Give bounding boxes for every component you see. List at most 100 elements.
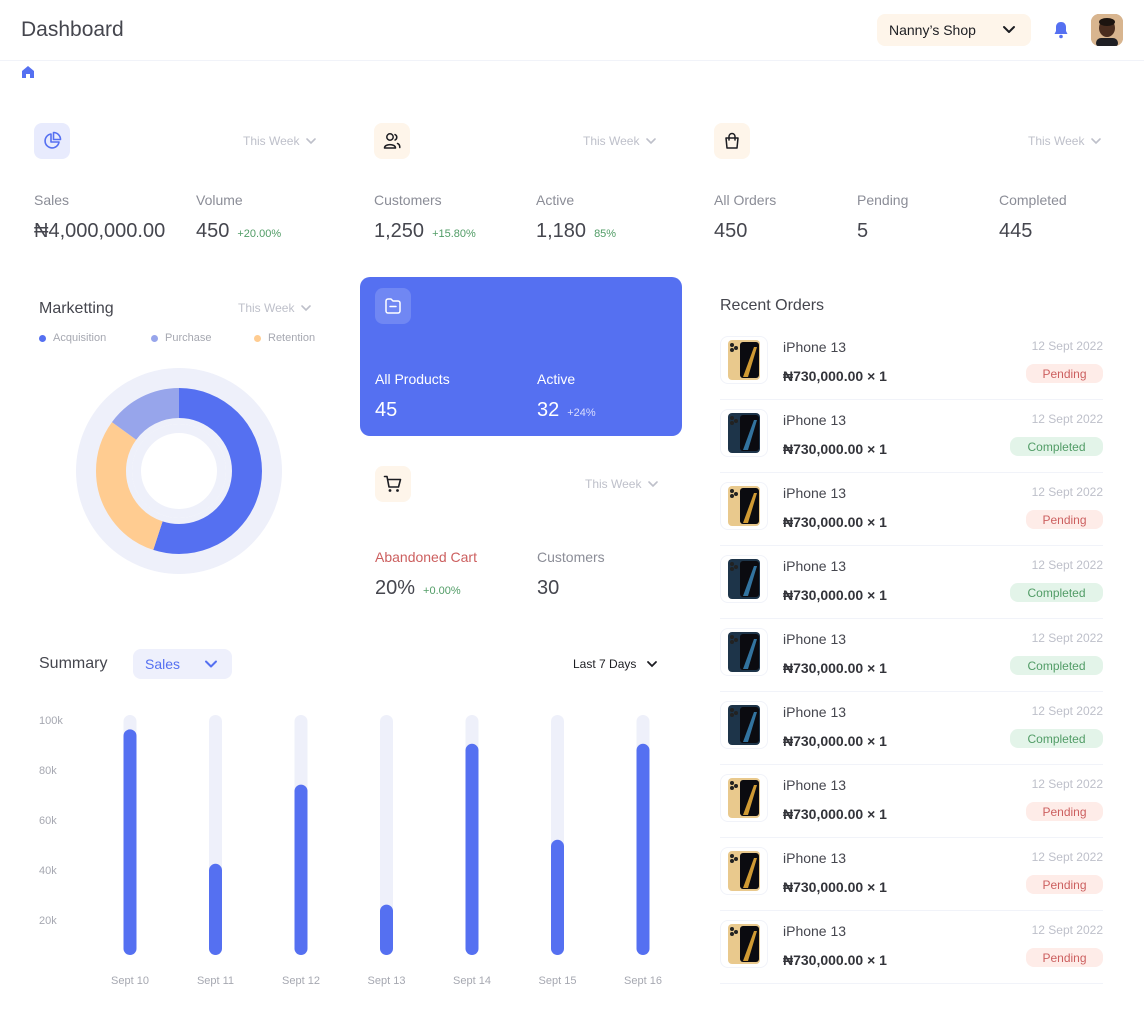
y-tick: 40k <box>39 865 57 877</box>
x-tick: Sept 13 <box>367 975 406 987</box>
product-name: iPhone 13 <box>783 412 847 428</box>
product-name: iPhone 13 <box>783 923 847 939</box>
completed-label: Completed <box>999 192 1067 208</box>
period-selector[interactable]: This Week <box>583 134 657 148</box>
bar-sept-13[interactable] <box>380 904 393 955</box>
volume-value-row: 450 +20.00% <box>196 220 281 243</box>
order-row[interactable]: iPhone 13 ₦730,000.00 × 1 12 Sept 2022 Pend… <box>720 327 1103 400</box>
home-icon[interactable] <box>21 65 35 79</box>
order-date: 12 Sept 2022 <box>1031 777 1103 791</box>
active-products-row: 32 +24% <box>537 399 596 422</box>
phone-icon <box>728 486 760 526</box>
summary-title: Summary <box>39 655 108 672</box>
product-price: ₦730,000.00 × 1 <box>783 806 887 822</box>
y-tick: 60k <box>39 815 57 827</box>
legend-purchase: Purchase <box>151 332 211 344</box>
x-tick: Sept 15 <box>538 975 577 987</box>
bar-sept-16[interactable] <box>636 743 650 955</box>
order-row[interactable]: iPhone 13 ₦730,000.00 × 1 12 Sept 2022 Pend… <box>720 473 1103 546</box>
order-row[interactable]: iPhone 13 ₦730,000.00 × 1 12 Sept 2022 Comp… <box>720 692 1103 765</box>
status-badge: Completed <box>1010 729 1103 748</box>
chevron-down-icon <box>648 481 659 488</box>
bar-sept-15[interactable] <box>551 839 564 955</box>
product-name: iPhone 13 <box>783 339 847 355</box>
product-thumbnail <box>720 555 768 603</box>
all-orders-label: All Orders <box>714 192 777 208</box>
phone-icon <box>728 851 760 891</box>
all-products-label: All Products <box>375 371 450 387</box>
abandoned-cart-change: +0.00% <box>423 585 461 597</box>
product-thumbnail <box>720 628 768 676</box>
product-price: ₦730,000.00 × 1 <box>783 660 887 676</box>
range-selector[interactable]: Last 7 Days <box>573 657 658 671</box>
volume-value: 450 <box>196 220 230 242</box>
bar-sept-11[interactable] <box>209 863 222 955</box>
phone-icon <box>728 705 760 745</box>
y-tick: 80k <box>39 765 57 777</box>
product-name: iPhone 13 <box>783 704 847 720</box>
bar-sept-14[interactable] <box>465 743 479 955</box>
order-row[interactable]: iPhone 13 ₦730,000.00 × 1 12 Sept 2022 Comp… <box>720 400 1103 473</box>
sales-label: Sales <box>34 192 70 208</box>
abandoned-cart-row: 20% +0.00% <box>375 577 461 600</box>
x-tick: Sept 10 <box>111 975 149 987</box>
sales-value: ₦4,000,000.00 <box>34 220 166 242</box>
order-date: 12 Sept 2022 <box>1031 339 1103 353</box>
active-products-value: 32 <box>537 399 560 421</box>
active-change: 85% <box>594 228 617 240</box>
volume-label: Volume <box>196 192 243 208</box>
completed-value: 445 <box>999 220 1033 242</box>
x-tick: Sept 11 <box>196 975 235 987</box>
order-row[interactable]: iPhone 13 ₦730,000.00 × 1 12 Sept 2022 Comp… <box>720 619 1103 692</box>
order-row[interactable]: iPhone 13 ₦730,000.00 × 1 12 Sept 2022 Pend… <box>720 838 1103 911</box>
order-row[interactable]: iPhone 13 ₦730,000.00 × 1 12 Sept 2022 Comp… <box>720 546 1103 619</box>
period-selector[interactable]: This Week <box>243 134 317 148</box>
notification-bell-icon[interactable] <box>1053 21 1069 39</box>
product-name: iPhone 13 <box>783 558 847 574</box>
user-avatar[interactable] <box>1091 14 1123 46</box>
bar-sept-12[interactable] <box>294 784 308 955</box>
status-badge: Pending <box>1026 802 1103 821</box>
legend-label: Acquisition <box>53 332 107 344</box>
phone-icon <box>728 413 760 453</box>
product-price: ₦730,000.00 × 1 <box>783 441 887 457</box>
shop-selector[interactable]: Nanny’s Shop <box>877 14 1031 46</box>
y-tick: 100k <box>39 715 63 727</box>
pending-value: 5 <box>857 220 869 242</box>
metric-dropdown[interactable]: Sales <box>133 649 232 679</box>
product-thumbnail <box>720 482 768 530</box>
chevron-down-icon <box>205 660 217 668</box>
customers-value-row: 1,250 +15.80% <box>374 220 476 243</box>
status-badge: Pending <box>1026 510 1103 529</box>
cart-icon <box>375 466 411 502</box>
period-selector[interactable]: This Week <box>585 477 659 491</box>
top-bar: Dashboard Nanny’s Shop <box>0 0 1144 61</box>
active-value: 1,180 <box>536 220 587 242</box>
recent-orders-title: Recent Orders <box>720 297 825 314</box>
product-name: iPhone 13 <box>783 777 847 793</box>
period-selector[interactable]: This Week <box>238 301 312 315</box>
order-date: 12 Sept 2022 <box>1031 558 1103 572</box>
product-thumbnail <box>720 847 768 895</box>
order-row[interactable]: iPhone 13 ₦730,000.00 × 1 12 Sept 2022 Pend… <box>720 911 1103 984</box>
bar-sept-10[interactable] <box>123 729 137 955</box>
users-icon <box>374 123 410 159</box>
customers-value: 1,250 <box>374 220 425 242</box>
x-tick: Sept 14 <box>453 975 491 987</box>
marketing-title: Marketting <box>39 300 114 317</box>
order-row[interactable]: iPhone 13 ₦730,000.00 × 1 12 Sept 2022 Pend… <box>720 765 1103 838</box>
product-price: ₦730,000.00 × 1 <box>783 368 887 384</box>
legend-dot <box>39 334 46 342</box>
legend-label: Retention <box>268 332 316 344</box>
all-products-card[interactable]: All Products 45 Active 32 +24% <box>360 277 682 436</box>
cart-customers-value: 30 <box>537 577 560 599</box>
folder-icon <box>375 288 411 324</box>
product-price: ₦730,000.00 × 1 <box>783 587 887 603</box>
period-selector[interactable]: This Week <box>1028 134 1102 148</box>
status-badge: Completed <box>1010 656 1103 675</box>
order-date: 12 Sept 2022 <box>1031 850 1103 864</box>
phone-icon <box>728 778 760 818</box>
all-orders-value: 450 <box>714 220 748 242</box>
active-label: Active <box>536 192 575 208</box>
page-title: Dashboard <box>21 18 124 41</box>
